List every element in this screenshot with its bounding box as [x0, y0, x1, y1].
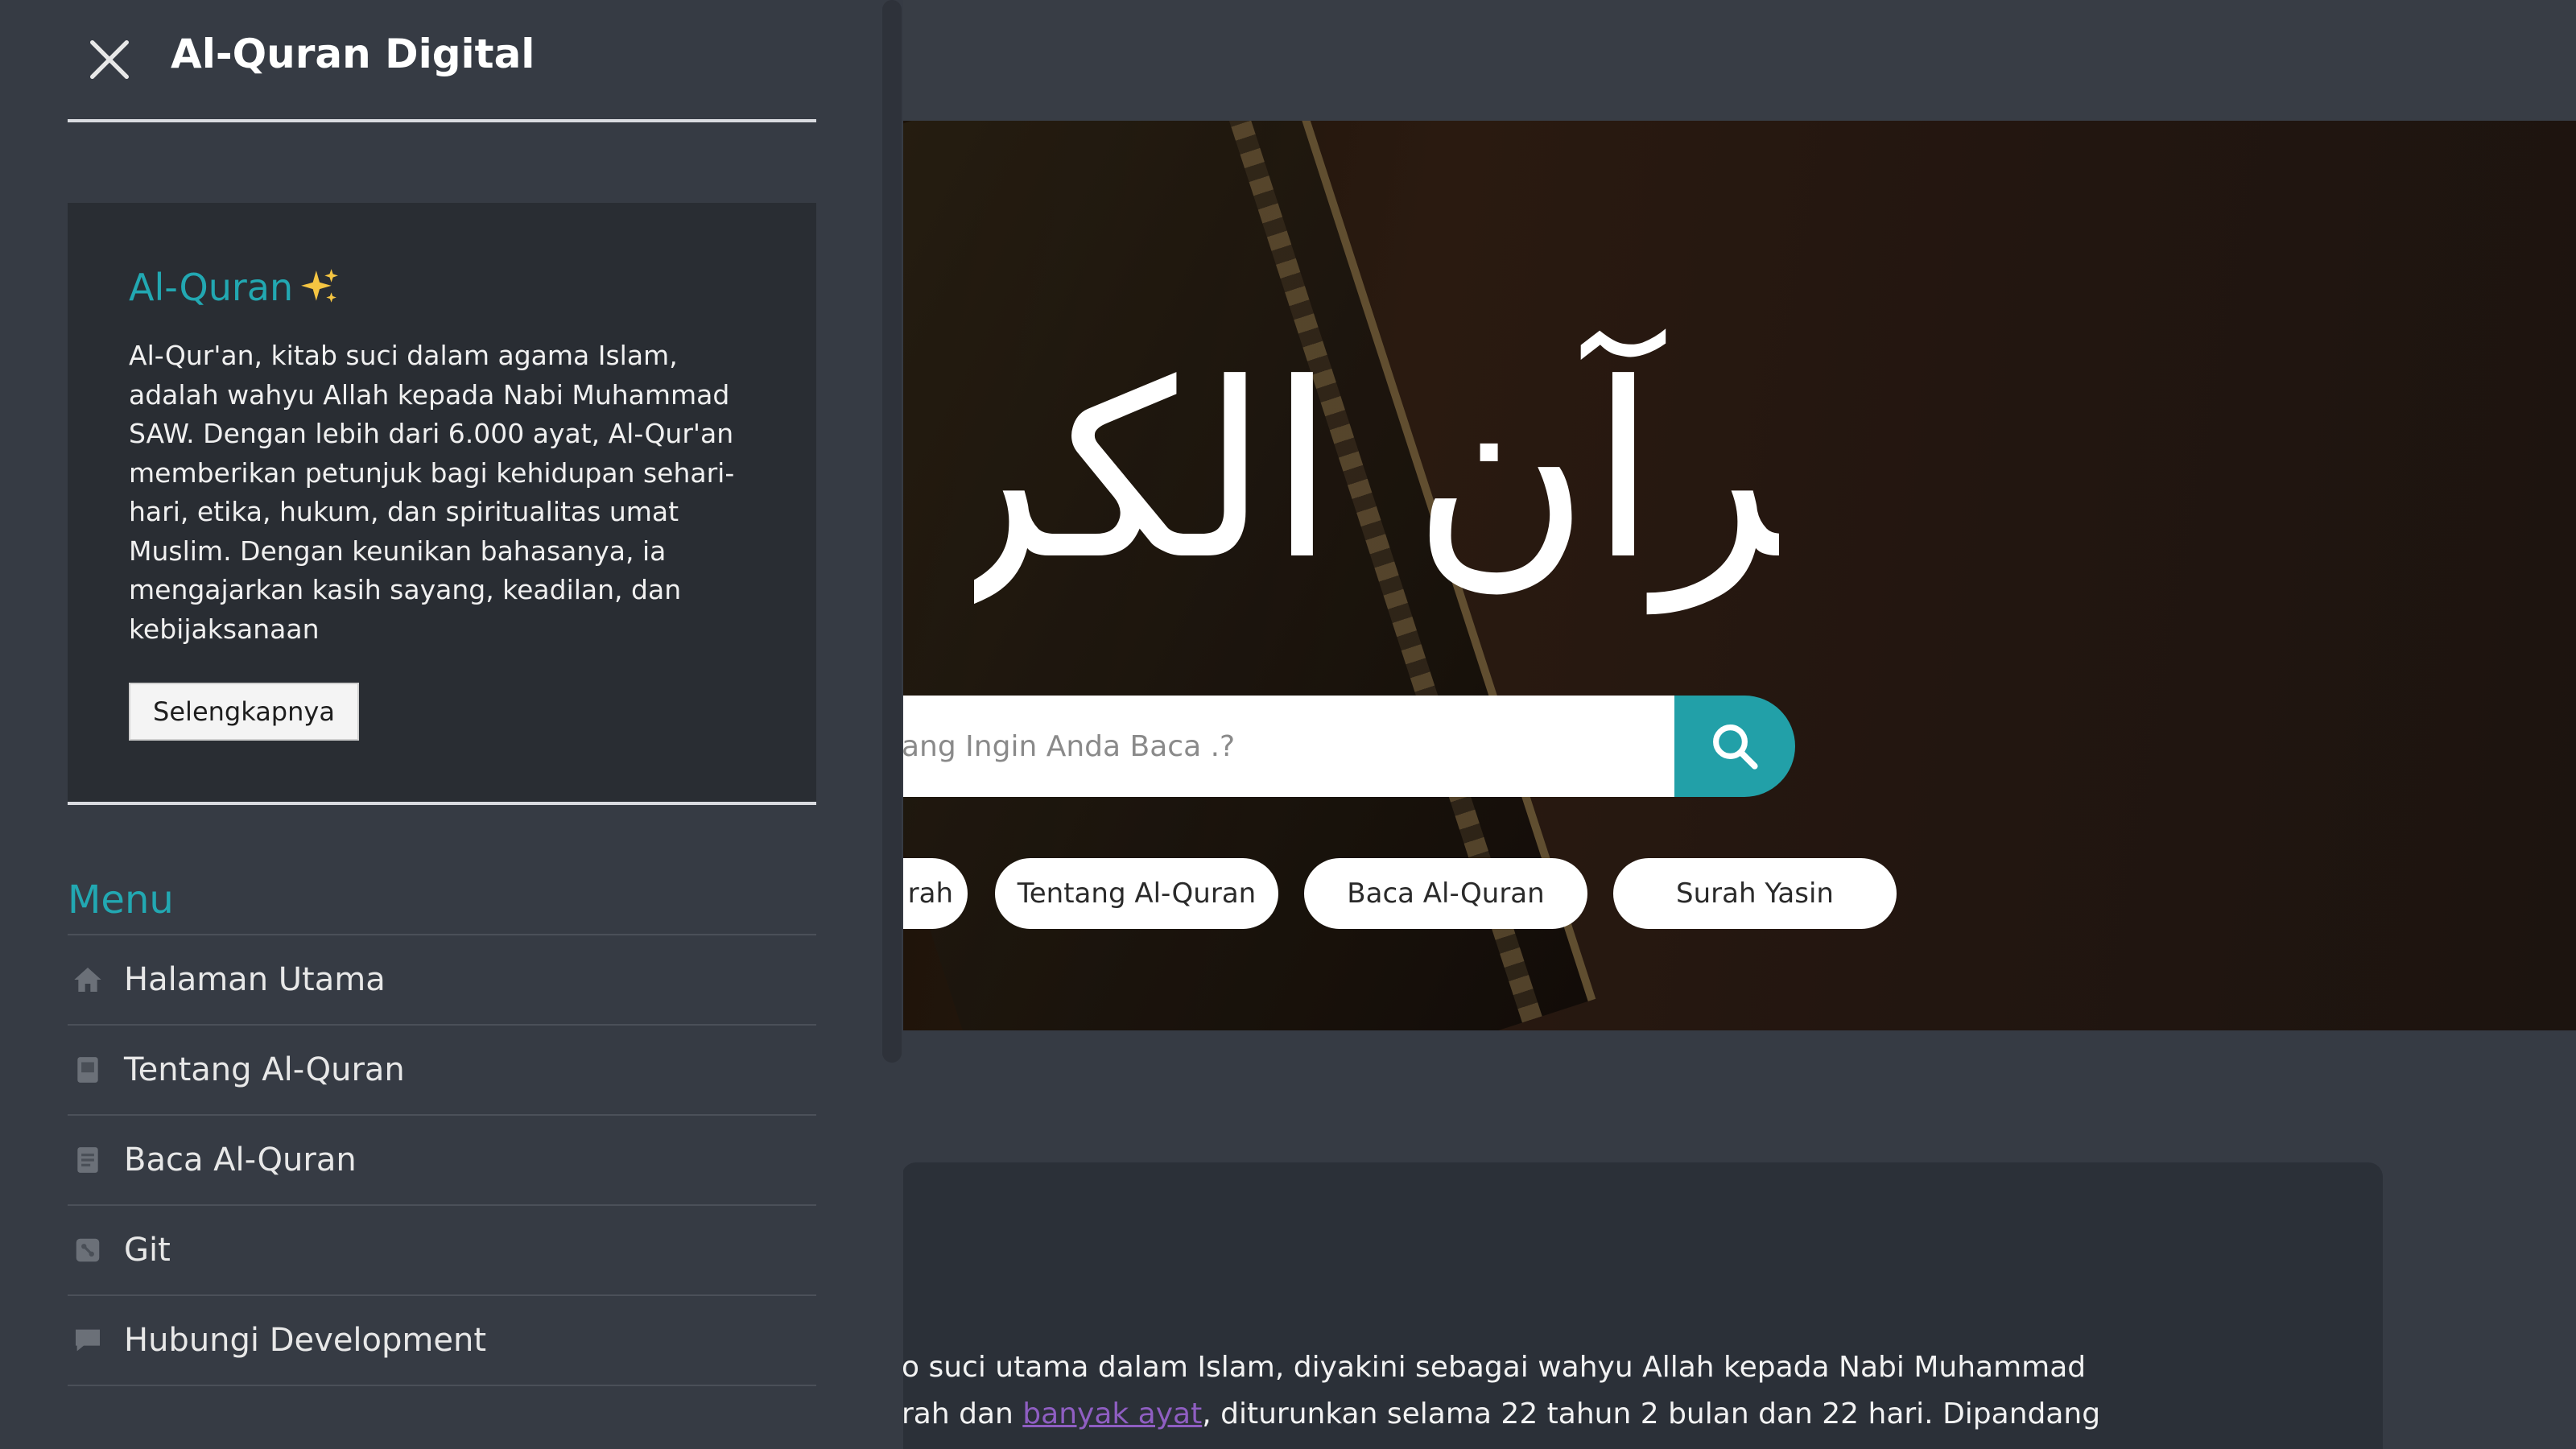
sidebar-item-baca-al-quran[interactable]: Baca Al-Quran	[68, 1116, 816, 1206]
quick-link-surah-yasin[interactable]: Surah Yasin	[1613, 858, 1897, 929]
sidebar-item-git[interactable]: Git	[68, 1206, 816, 1296]
sidebar: Al-Quran Digital Al-Quran Al-Qur'an, kit…	[0, 0, 903, 1449]
menu-heading: Menu	[68, 877, 174, 923]
search-input[interactable]	[902, 696, 1674, 797]
close-icon	[90, 40, 129, 79]
home-icon	[69, 961, 106, 998]
sidebar-scrollbar[interactable]	[882, 0, 902, 1063]
info-card-description: Al-Qur'an, kitab suci dalam agama Islam,…	[129, 340, 735, 645]
quick-link-tentang-al-quran[interactable]: Tentang Al-Quran	[995, 858, 1278, 929]
al-quran-info-card: Al-Quran Al-Qur'an, kitab suci dalam aga…	[68, 203, 816, 805]
content-paragraph: o suci utama dalam Islam, diyakini sebag…	[902, 1344, 2383, 1438]
content-line-2: rah dan banyak ayat, diturunkan selama 2…	[902, 1397, 2101, 1430]
sidebar-item-label: Halaman Utama	[124, 961, 386, 998]
sidebar-item-halaman-utama[interactable]: Halaman Utama	[68, 935, 816, 1026]
info-card-title-text: Al-Quran	[129, 266, 294, 309]
info-card-title: Al-Quran	[129, 266, 340, 309]
banyak-ayat-link[interactable]: banyak ayat	[1022, 1397, 1202, 1430]
selengkapnya-button[interactable]: Selengkapnya	[129, 683, 359, 741]
search-bar	[902, 696, 1795, 797]
book-icon	[69, 1051, 106, 1088]
sidebar-item-label: Hubungi Development	[124, 1322, 487, 1359]
sidebar-menu: Halaman Utama Tentang Al-Quran Baca Al-Q…	[68, 934, 816, 1386]
document-icon	[69, 1141, 106, 1179]
search-button[interactable]	[1674, 696, 1795, 797]
git-icon	[69, 1232, 106, 1269]
sidebar-title: Al-Quran Digital	[171, 31, 535, 77]
content-line-1: o suci utama dalam Islam, diyakini sebag…	[902, 1351, 2087, 1384]
sidebar-item-label: Git	[124, 1232, 171, 1269]
sidebar-item-tentang-al-quran[interactable]: Tentang Al-Quran	[68, 1026, 816, 1116]
sparkles-icon	[301, 269, 339, 303]
svg-text:القرآن الكريم: القرآن الكريم	[974, 325, 1779, 616]
quick-link-baca-al-quran[interactable]: Baca Al-Quran	[1304, 858, 1587, 929]
sidebar-header: Al-Quran Digital	[68, 0, 816, 122]
quran-calligraphy: القرآن الكريم	[974, 325, 1779, 616]
sidebar-item-hubungi-development[interactable]: Hubungi Development	[68, 1296, 816, 1386]
search-icon	[1713, 724, 1758, 770]
sidebar-item-label: Baca Al-Quran	[124, 1141, 357, 1179]
sidebar-item-label: Tentang Al-Quran	[124, 1051, 405, 1088]
chat-icon	[69, 1322, 106, 1359]
close-sidebar-button[interactable]	[80, 31, 138, 89]
